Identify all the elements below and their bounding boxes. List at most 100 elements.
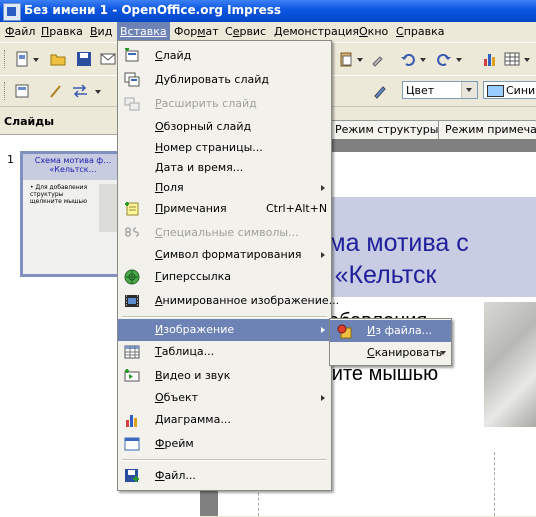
paste-dropdown-arrow[interactable] [357,58,363,62]
menu-item-special-characters: Специальные символы... [118,222,331,244]
arrow-style-icon[interactable] [72,83,88,99]
expand-slide-icon [124,97,140,111]
paste-icon[interactable] [338,51,354,67]
menu-item-table[interactable]: Таблица... [118,341,331,363]
menu-tools[interactable]: Сервис [222,22,269,41]
submenu-arrow-icon [321,185,325,191]
submenu-arrow-icon [321,327,325,333]
email-icon[interactable] [100,51,116,67]
menu-item-label: лайд [162,49,192,62]
submenu-item-from-file[interactable]: Из файла... [330,320,451,342]
line-color-icon[interactable] [372,83,388,99]
menu-item-file[interactable]: Файл... [118,465,331,487]
table-icon [124,345,140,359]
menu-item-label: зображение [163,323,235,336]
menu-slideshow[interactable]: Демонстрация [271,22,362,41]
menu-item-label: римечания [163,202,227,215]
redo-icon[interactable] [436,51,452,67]
menu-item-chart[interactable]: Диаграмма... [118,409,331,431]
thumbnail-title: Схема мотива ф… «Кельтск… [34,156,112,174]
color-swatch [487,85,504,97]
menu-item-label: иаграмма... [163,413,231,426]
picture-submenu: Из файла... Сканировать [329,318,452,366]
slide-image[interactable] [484,302,536,427]
frame-icon [124,437,140,451]
menu-separator [122,459,327,461]
menu-item-page-number[interactable]: Номер страницы... [118,137,331,159]
insert-chart-icon[interactable] [482,51,498,67]
redo-dropdown-arrow[interactable] [456,58,462,62]
line-color-select[interactable]: Синий [483,81,536,99]
display-mode-icon[interactable] [14,83,30,99]
menu-item-slide[interactable]: Слайд [118,45,331,67]
menu-item-expand-slide: Расширить слайд [118,93,331,115]
menu-item-frame[interactable]: Фрейм [118,433,331,455]
menu-item-label: омер страницы... [163,141,263,154]
menu-item-label: ата и время... [163,161,244,174]
menu-file[interactable]: Файл [2,22,38,41]
menu-edit[interactable]: Правка [38,22,86,41]
submenu-item-label: канировать [374,346,443,359]
menu-item-date-time[interactable]: Дата и время... [118,157,331,179]
new-slide-icon [125,48,139,62]
menu-item-label: айл... [164,469,196,482]
menu-view[interactable]: Вид [87,22,115,41]
table-dropdown-arrow[interactable] [524,58,530,62]
submenu-arrow-icon [321,252,325,258]
title-bar: Без имени 1 - OpenOffice.org Impress [0,0,536,22]
color-mode-dropdown-button[interactable] [461,82,477,98]
new-dropdown-arrow[interactable] [33,58,39,62]
menu-separator [122,316,327,318]
tab-notes[interactable]: Режим примечани [438,120,536,139]
toolbar-grip[interactable] [4,82,8,100]
undo-dropdown-arrow[interactable] [420,58,426,62]
menu-item-label: пециальные символы... [162,226,299,239]
menu-item-shortcut: Ctrl+Alt+N [266,202,328,215]
menu-item-animated-image[interactable]: Анимированное изображение... [118,290,339,312]
chart-icon [126,415,137,427]
menu-item-label: оля [163,181,184,194]
slide-thumbnail[interactable]: Схема мотива ф… «Кельтск… • Для добавлен… [20,151,126,277]
menu-item-label: асширить слайд [161,97,257,110]
undo-icon[interactable] [400,51,416,67]
save-icon[interactable] [76,51,92,67]
format-paintbrush-icon[interactable] [370,51,386,67]
menu-item-formatting-mark[interactable]: Символ форматирования [118,244,331,266]
hyperlink-icon [124,269,140,285]
menu-item-movie-sound[interactable]: Видео и звук [118,365,331,387]
menu-item-picture[interactable]: Изображение [118,319,331,341]
thumbnail-body: • Для добавления структуры щелкните мышь… [30,184,88,205]
insert-table-icon[interactable] [504,51,520,67]
color-mode-select[interactable]: Цвет [402,81,478,99]
toolbar-grip[interactable] [4,50,8,68]
menu-window[interactable]: Окно [356,22,391,41]
menu-item-label: бъект [163,391,199,404]
submenu-arrow-icon [321,395,325,401]
slide-number: 1 [7,153,14,166]
menu-format[interactable]: Формат [171,22,222,41]
menu-item-label: ублировать слайд [163,73,269,86]
menu-item-hyperlink[interactable]: Гиперссылка [118,266,331,288]
menu-item-label: имвол форматирования [162,248,302,261]
menu-item-fields[interactable]: Поля [118,177,331,199]
line-icon[interactable] [48,83,64,99]
menu-item-label: идео и звук [162,369,231,382]
menu-item-comments[interactable]: Примечания Ctrl+Alt+N [118,198,331,220]
submenu-item-label: з файла... [375,324,433,337]
menu-item-summary-slide[interactable]: Обзорный слайд [118,116,331,138]
insert-menu: Слайд Дублировать слайд Расширить слайд … [117,40,339,491]
menu-item-object[interactable]: Объект [118,387,331,409]
open-folder-icon[interactable] [50,51,66,67]
menu-item-duplicate-slide[interactable]: Дублировать слайд [118,69,331,91]
app-icon[interactable] [3,3,21,21]
menu-item-label: аблица... [161,345,215,358]
new-document-icon[interactable] [14,51,30,67]
arrow-style-dropdown-arrow[interactable] [95,90,101,94]
menu-help[interactable]: Справка [393,22,447,41]
special-chars-icon [125,227,139,237]
from-file-icon [337,324,352,339]
tab-outline[interactable]: Режим структуры [328,120,446,139]
menu-bar: Файл Правка Вид Вставка Формат Сервис Де… [0,22,536,41]
submenu-item-scan[interactable]: Сканировать [330,342,451,364]
menu-insert[interactable]: Вставка [117,22,170,41]
